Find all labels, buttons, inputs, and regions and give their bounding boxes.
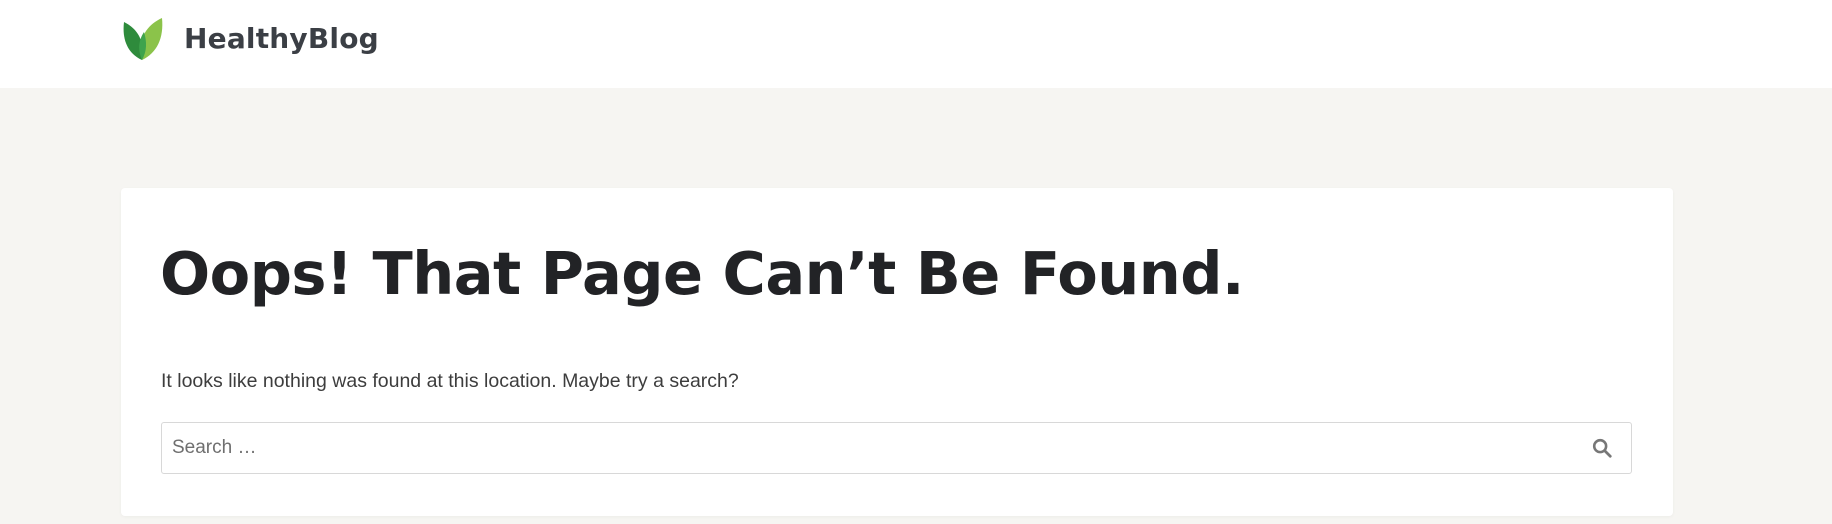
not-found-message: It looks like nothing was found at this … — [161, 370, 739, 392]
page-title: Oops! That Page Can’t Be Found. — [160, 239, 1244, 308]
not-found-card: Oops! That Page Can’t Be Found. It looks… — [121, 188, 1673, 516]
search-input[interactable] — [161, 422, 1632, 474]
leaf-logo-icon — [123, 18, 163, 60]
site-name: HealthyBlog — [184, 21, 379, 55]
search-submit-button[interactable] — [1582, 428, 1622, 468]
search-form — [161, 422, 1632, 474]
site-brand-link[interactable]: HealthyBlog — [122, 14, 379, 62]
site-header: HealthyBlog — [0, 0, 1832, 88]
search-icon — [1592, 438, 1612, 458]
